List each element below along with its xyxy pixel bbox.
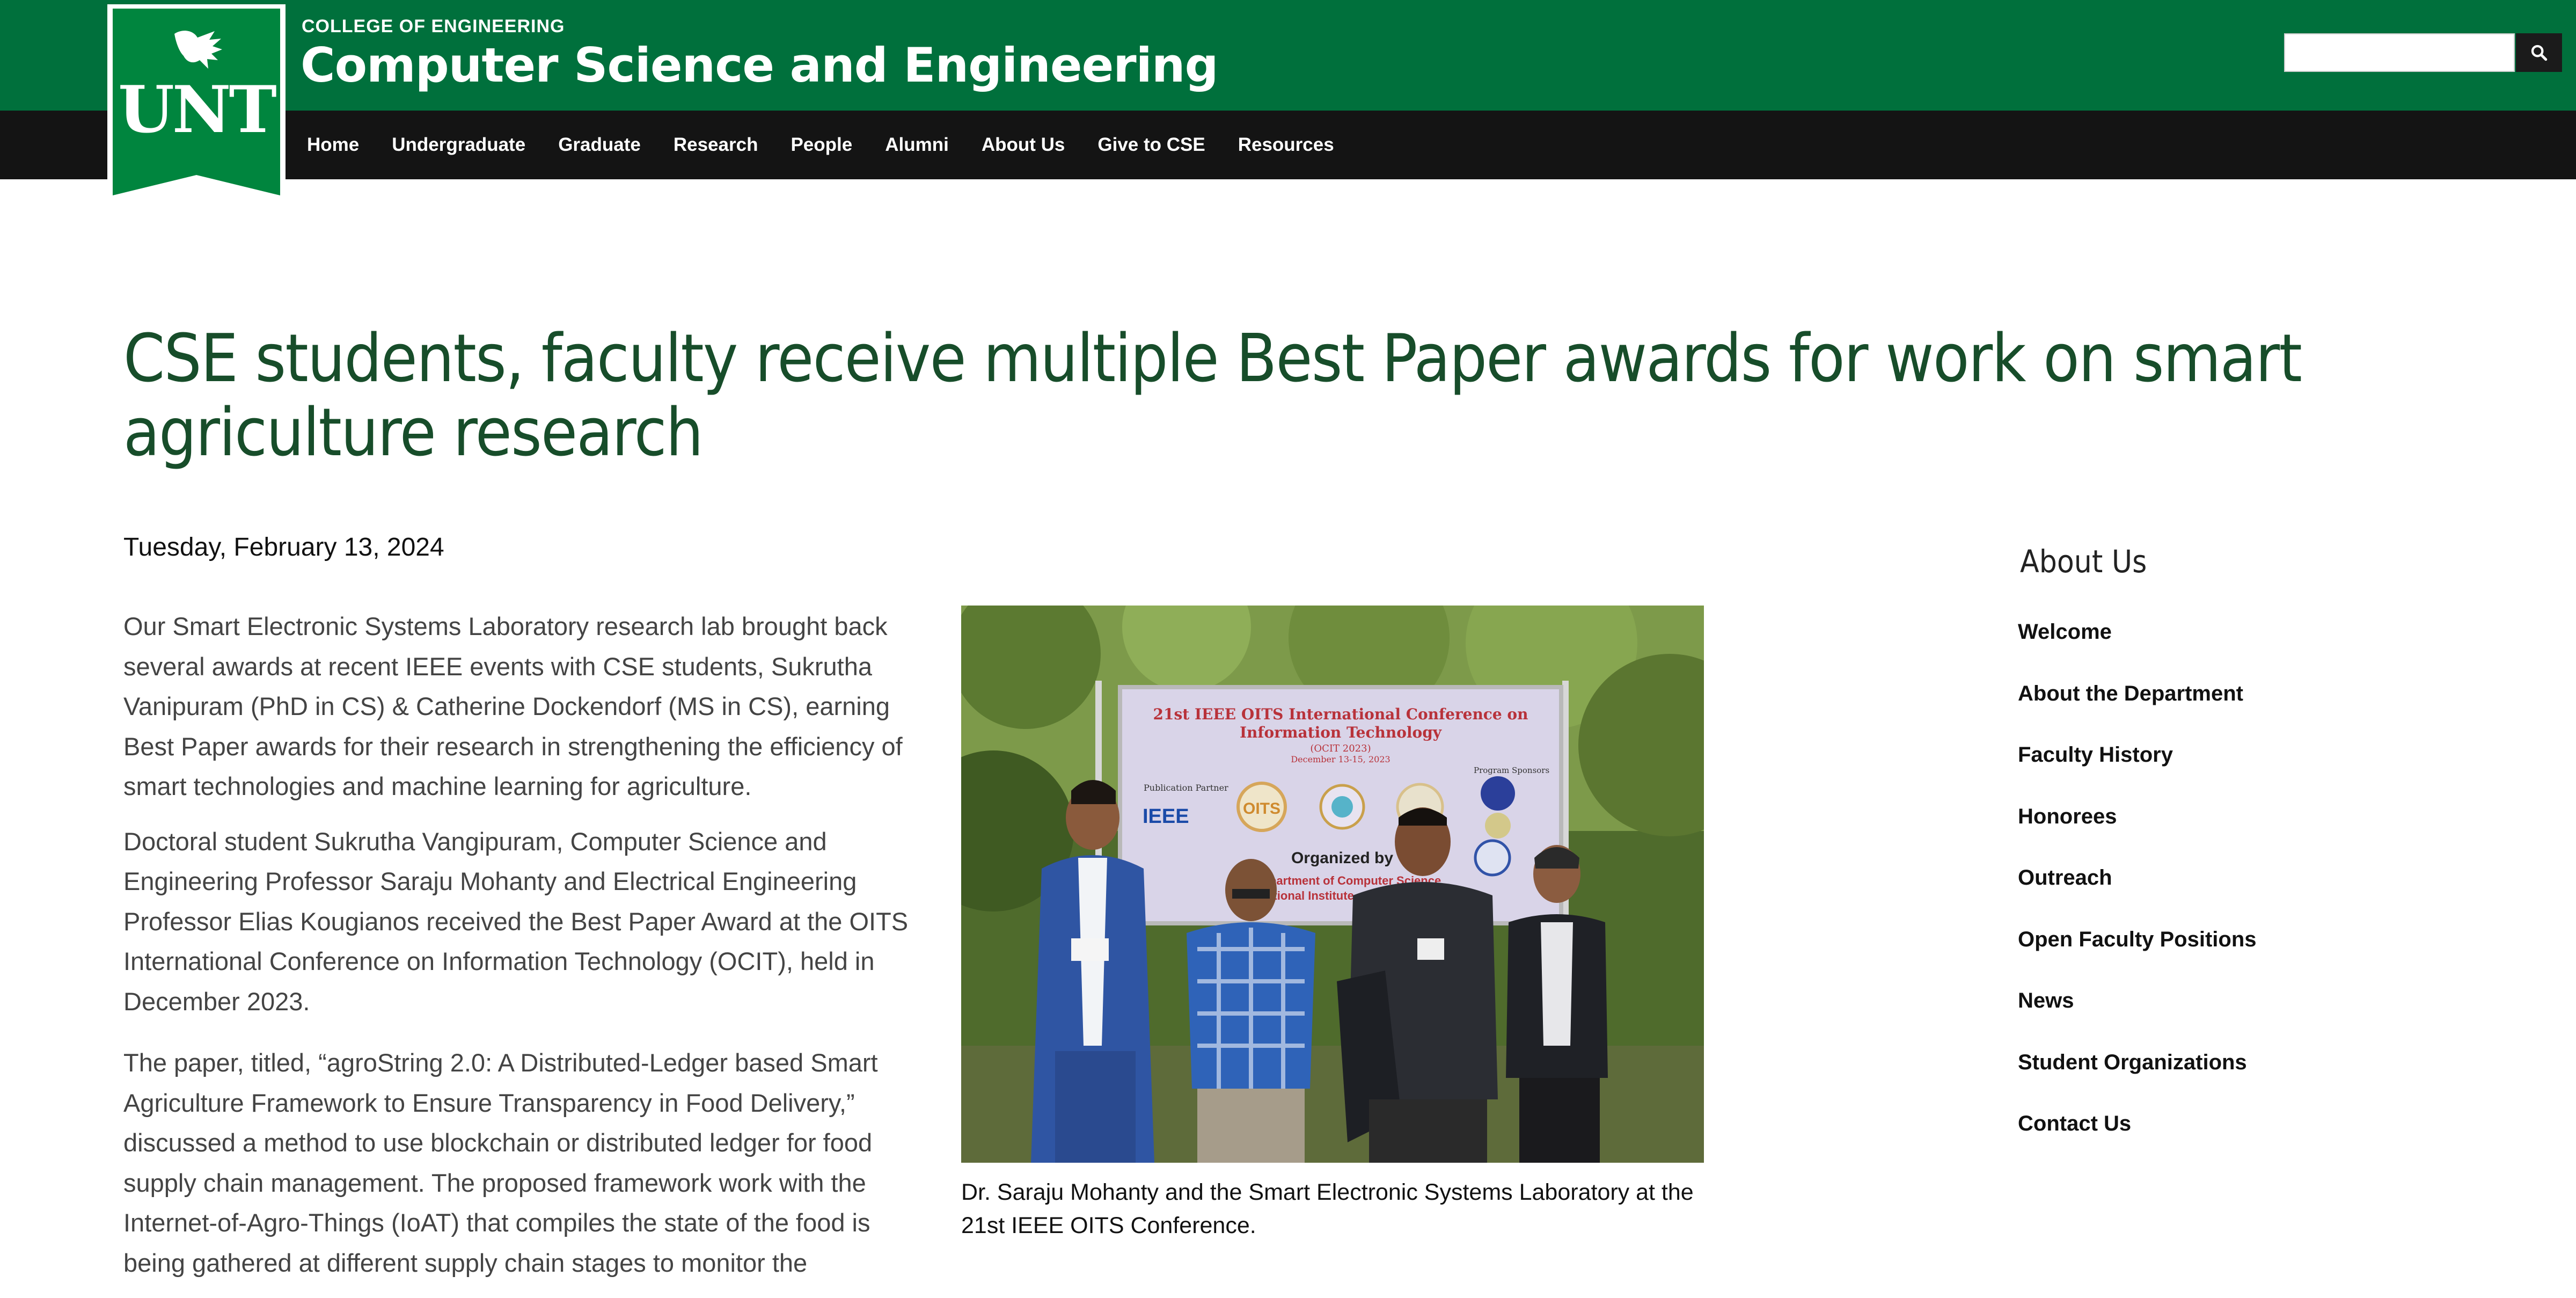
sidebar-item-contact-us[interactable]: Contact Us <box>2018 1110 2257 1172</box>
nav-item-alumni[interactable]: Alumni <box>885 134 949 156</box>
college-name: COLLEGE OF ENGINEERING <box>302 16 565 37</box>
sidebar-title: About Us <box>2020 543 2147 580</box>
svg-text:Program Sponsors: Program Sponsors <box>1474 765 1549 775</box>
sidebar-item-faculty-history[interactable]: Faculty History <box>2018 741 2257 803</box>
photo-caption: Dr. Saraju Mohanty and the Smart Electro… <box>961 1179 1694 1238</box>
nav-item-about-us[interactable]: About Us <box>982 134 1065 156</box>
nav-item-undergraduate[interactable]: Undergraduate <box>392 134 525 156</box>
sidebar-item-welcome[interactable]: Welcome <box>2018 618 2257 680</box>
svg-text:(OCIT 2023): (OCIT 2023) <box>1310 743 1371 754</box>
sidebar-item-open-faculty-positions[interactable]: Open Faculty Positions <box>2018 926 2257 988</box>
article-body: Our Smart Electronic Systems Laboratory … <box>123 607 918 1298</box>
department-name[interactable]: Computer Science and Engineering <box>301 38 1218 93</box>
svg-text:OITS: OITS <box>1243 800 1280 818</box>
sidebar-item-student-organizations[interactable]: Student Organizations <box>2018 1049 2257 1111</box>
nav-item-home[interactable]: Home <box>307 134 359 156</box>
nav-item-people[interactable]: People <box>791 134 852 156</box>
sidebar-item-outreach[interactable]: Outreach <box>2018 864 2257 926</box>
main-nav: Home Undergraduate Graduate Research Peo… <box>307 111 1367 179</box>
nav-item-resources[interactable]: Resources <box>1238 134 1334 156</box>
nav-item-give-to-cse[interactable]: Give to CSE <box>1097 134 1205 156</box>
sidebar-item-about-the-department[interactable]: About the Department <box>2018 680 2257 742</box>
svg-text:IEEE: IEEE <box>1143 805 1189 828</box>
article-paragraph: Doctoral student Sukrutha Vangipuram, Co… <box>123 827 909 1016</box>
svg-text:Organized by: Organized by <box>1291 849 1393 867</box>
svg-text:December 13-15, 2023: December 13-15, 2023 <box>1291 754 1390 764</box>
article-paragraph: Our Smart Electronic Systems Laboratory … <box>123 612 903 800</box>
search-icon <box>2531 45 2548 61</box>
sidebar-item-honorees[interactable]: Honorees <box>2018 803 2257 865</box>
article-paragraph: The paper, titled, “agroString 2.0: A Di… <box>123 1048 878 1277</box>
sidebar-menu: Welcome About the Department Faculty His… <box>2018 618 2257 1172</box>
nav-item-research[interactable]: Research <box>674 134 758 156</box>
search-button[interactable] <box>2516 33 2562 72</box>
article-date: Tuesday, February 13, 2024 <box>123 533 444 562</box>
svg-text:21st IEEE OITS International C: 21st IEEE OITS International Conference … <box>1153 705 1528 723</box>
nav-item-graduate[interactable]: Graduate <box>558 134 641 156</box>
conference-photo: 21st IEEE OITS International Conference … <box>961 606 1704 1163</box>
sidebar-item-news[interactable]: News <box>2018 987 2257 1049</box>
search-input[interactable] <box>2284 33 2515 72</box>
unt-logo[interactable]: UNT <box>107 4 286 204</box>
svg-text:Publication Partner: Publication Partner <box>1144 783 1228 793</box>
article-title: CSE students, faculty receive multiple B… <box>123 320 2302 471</box>
svg-text:Information Technology: Information Technology <box>1240 724 1442 741</box>
logo-text: UNT <box>118 72 276 148</box>
